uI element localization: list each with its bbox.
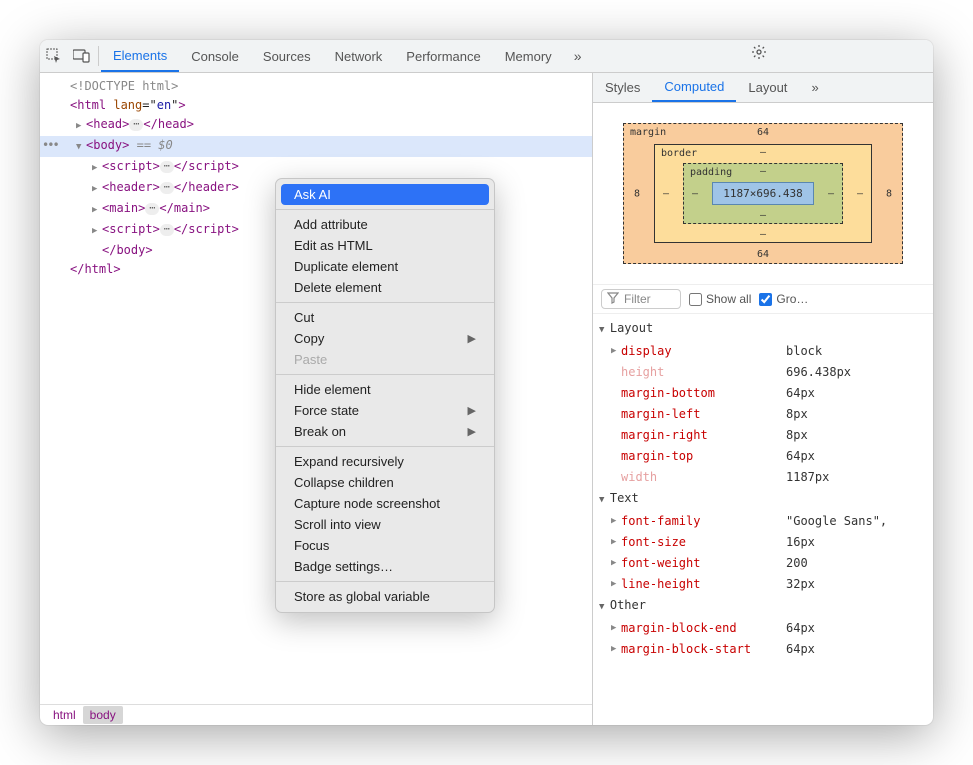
menu-item-copy[interactable]: Copy▶ (276, 328, 494, 349)
menu-item-ask-ai[interactable]: Ask AI (281, 184, 489, 205)
menu-item-expand-recursively[interactable]: Expand recursively (276, 451, 494, 472)
menu-item-capture-node-screenshot[interactable]: Capture node screenshot (276, 493, 494, 514)
menu-item-force-state[interactable]: Force state▶ (276, 400, 494, 421)
computed-properties[interactable]: Layout▶displayblockheight696.438pxmargin… (593, 314, 933, 725)
subtab-computed[interactable]: Computed (652, 73, 736, 102)
devtools-toolbar: ElementsConsoleSourcesNetworkPerformance… (40, 40, 933, 73)
menu-item-break-on[interactable]: Break on▶ (276, 421, 494, 442)
margin-label: margin (630, 127, 666, 138)
border-right-val[interactable]: – (857, 188, 863, 199)
property-group[interactable]: Layout (593, 318, 933, 341)
funnel-icon (607, 292, 619, 307)
margin-right-val[interactable]: 8 (886, 188, 892, 199)
main-tabs: ElementsConsoleSourcesNetworkPerformance… (101, 40, 564, 72)
group-checkbox[interactable]: Gro… (759, 292, 808, 306)
computed-property[interactable]: margin-right8px (593, 425, 933, 446)
tab-console[interactable]: Console (179, 40, 251, 72)
border-label: border (661, 148, 697, 159)
computed-property[interactable]: width1187px (593, 467, 933, 488)
more-tabs-icon[interactable]: » (564, 48, 592, 64)
computed-property[interactable]: ▶font-weight200 (593, 553, 933, 574)
filter-placeholder: Filter (624, 292, 651, 306)
menu-item-collapse-children[interactable]: Collapse children (276, 472, 494, 493)
computed-property[interactable]: ▶line-height32px (593, 574, 933, 595)
breadcrumb[interactable]: htmlbody (40, 704, 592, 725)
padding-left-val[interactable]: – (692, 188, 698, 199)
property-group[interactable]: Text (593, 488, 933, 511)
menu-item-paste: Paste (276, 349, 494, 370)
tab-elements[interactable]: Elements (101, 40, 179, 72)
computed-property[interactable]: height696.438px (593, 362, 933, 383)
computed-property[interactable]: margin-left8px (593, 404, 933, 425)
context-menu: Ask AI Add attributeEdit as HTMLDuplicate… (275, 178, 495, 613)
menu-item-duplicate-element[interactable]: Duplicate element (276, 256, 494, 277)
menu-item-cut[interactable]: Cut (276, 307, 494, 328)
subtab-layout[interactable]: Layout (736, 73, 799, 102)
property-group[interactable]: Other (593, 595, 933, 618)
dom-node[interactable]: <!DOCTYPE html> (40, 77, 592, 96)
breadcrumb-item[interactable]: body (83, 706, 123, 724)
computed-property[interactable]: ▶font-family"Google Sans", (593, 511, 933, 532)
padding-right-val[interactable]: – (828, 188, 834, 199)
styles-subtabs: StylesComputedLayout» (593, 73, 933, 103)
margin-bottom-val[interactable]: 64 (757, 249, 769, 260)
border-left-val[interactable]: – (663, 188, 669, 199)
inspect-icon[interactable] (40, 48, 68, 64)
computed-property[interactable]: ▶displayblock (593, 341, 933, 362)
dom-node[interactable]: ▶<script>⋯</script> (40, 157, 592, 178)
computed-property[interactable]: ▶margin-block-start64px (593, 639, 933, 660)
tab-memory[interactable]: Memory (493, 40, 564, 72)
dom-node[interactable]: ▶<head>⋯</head> (40, 115, 592, 136)
menu-item-edit-as-html[interactable]: Edit as HTML (276, 235, 494, 256)
menu-item-add-attribute[interactable]: Add attribute (276, 214, 494, 235)
margin-top-val[interactable]: 64 (757, 127, 769, 138)
tab-network[interactable]: Network (323, 40, 395, 72)
menu-item-badge-settings-[interactable]: Badge settings… (276, 556, 494, 577)
border-top-val[interactable]: – (760, 147, 766, 158)
border-bottom-val[interactable]: – (760, 229, 766, 240)
computed-property[interactable]: margin-bottom64px (593, 383, 933, 404)
filter-input[interactable]: Filter (601, 289, 681, 309)
menu-item-store-as-global-variable[interactable]: Store as global variable (276, 586, 494, 607)
menu-item-delete-element[interactable]: Delete element (276, 277, 494, 298)
computed-property[interactable]: ▶margin-block-end64px (593, 618, 933, 639)
padding-bottom-val[interactable]: – (760, 210, 766, 221)
menu-item-scroll-into-view[interactable]: Scroll into view (276, 514, 494, 535)
content-size[interactable]: 1187×696.438 (712, 182, 814, 205)
menu-item-focus[interactable]: Focus (276, 535, 494, 556)
computed-property[interactable]: margin-top64px (593, 446, 933, 467)
margin-left-val[interactable]: 8 (634, 188, 640, 199)
computed-filter-bar: Filter Show all Gro… (593, 284, 933, 314)
show-all-checkbox[interactable]: Show all (689, 292, 751, 306)
menu-item-hide-element[interactable]: Hide element (276, 379, 494, 400)
dom-node[interactable]: •••▼<body> == $0 (40, 136, 592, 157)
settings-icon[interactable] (751, 44, 767, 63)
padding-top-val[interactable]: – (760, 166, 766, 177)
subtab-styles[interactable]: Styles (593, 73, 652, 102)
more-subtabs-icon[interactable]: » (799, 73, 830, 102)
device-icon[interactable] (68, 49, 96, 63)
box-model: margin 64 64 8 8 border – – – – paddin (593, 103, 933, 284)
tab-sources[interactable]: Sources (251, 40, 323, 72)
tab-performance[interactable]: Performance (394, 40, 492, 72)
padding-label: padding (690, 167, 732, 178)
breadcrumb-item[interactable]: html (46, 706, 83, 724)
computed-property[interactable]: ▶font-size16px (593, 532, 933, 553)
dom-node[interactable]: <html lang="en"> (40, 96, 592, 115)
